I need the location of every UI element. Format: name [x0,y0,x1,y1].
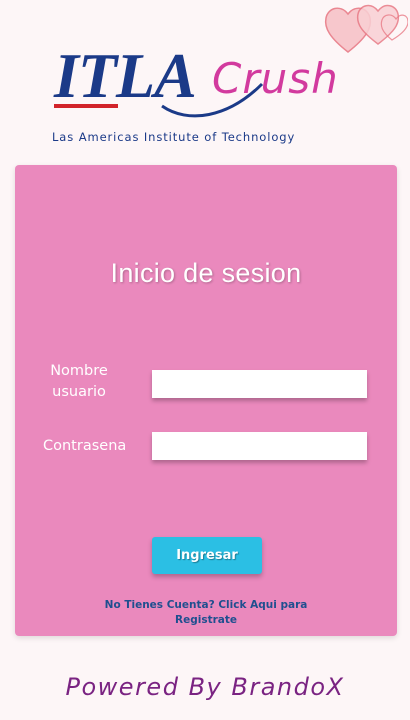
itla-crush-logo: ITLA Crush Las Americas Institute of Tec… [50,44,360,148]
login-button[interactable]: Ingresar [152,537,262,574]
password-label: Contrasena [43,438,127,454]
username-label-line2: usuario [52,384,106,400]
logo-subtitle: Las Americas Institute of Technology [52,130,296,144]
login-title: Inicio de sesion [110,258,302,288]
username-label-line1: Nombre [50,363,108,379]
password-input[interactable] [152,432,367,460]
logo-crush-text: Crush [212,54,339,103]
logo-red-bar [54,104,118,108]
login-card: Inicio de sesion Nombre usuario Contrase… [15,165,397,636]
register-link[interactable]: No Tienes Cuenta? Click Aqui para Regist… [95,598,317,628]
powered-by-footer: Powered By BrandoX [65,673,345,701]
username-input[interactable] [152,370,367,398]
username-label: Nombre usuario [39,361,119,403]
